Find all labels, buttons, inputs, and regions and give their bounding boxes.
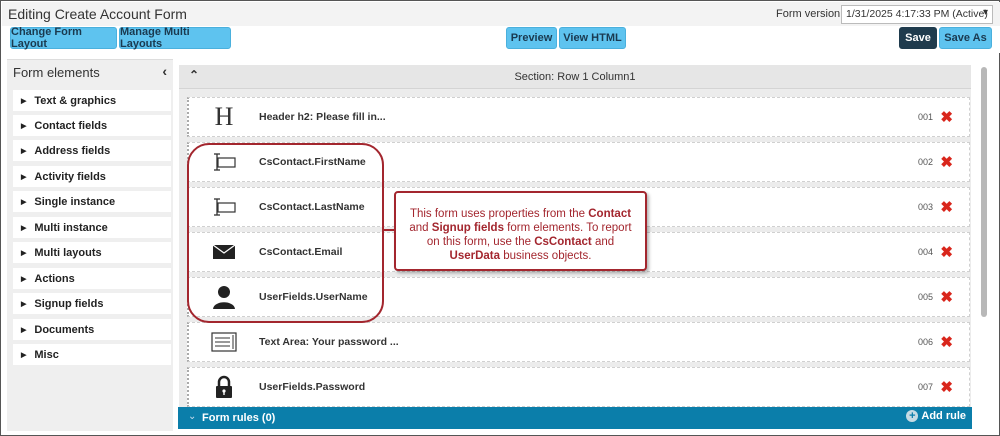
sidebar-item-label: Single instance (34, 195, 116, 208)
form-rules-bar[interactable]: ⌄ Form rules (0) + Add rule (178, 407, 972, 429)
row-number: 006 (917, 337, 933, 347)
sidebar-item-multi-layouts[interactable]: ▶ Multi layouts (13, 242, 171, 263)
delete-icon[interactable]: ✖ (940, 333, 953, 351)
sidebar-item-label: Documents (34, 323, 95, 336)
expand-triangle-icon: ▶ (21, 122, 27, 130)
section-title: Section: Row 1 Column1 (514, 71, 636, 83)
sidebar-item-single-instance[interactable]: ▶ Single instance (13, 191, 171, 212)
sidebar-item-label: Signup fields (34, 297, 104, 310)
change-form-layout-button[interactable]: Change Form Layout (10, 26, 117, 50)
form-version-select[interactable]: 1/31/2025 4:17:33 PM (Active) ▾ (841, 5, 993, 24)
row-number: 002 (917, 157, 933, 167)
plus-circle-icon: + (906, 410, 919, 422)
sidebar-item-text-graphics[interactable]: ▶ Text & graphics (13, 90, 171, 111)
row-number: 005 (917, 292, 933, 302)
header-icon: H (214, 102, 234, 131)
title-bar: Editing Create Account Form Form version… (2, 2, 1000, 26)
expand-triangle-icon: ▶ (21, 224, 27, 232)
sidebar-item-contact-fields[interactable]: ▶ Contact fields (13, 115, 171, 136)
sidebar-item-signup-fields[interactable]: ▶ Signup fields (13, 293, 171, 314)
delete-icon[interactable]: ✖ (940, 153, 953, 171)
expand-triangle-icon: ▶ (21, 97, 27, 105)
chevron-down-icon: ⌄ (188, 411, 197, 422)
toolbar: Change Form Layout Manage Multi Layouts … (2, 26, 1000, 53)
row-number: 003 (917, 202, 933, 212)
expand-triangle-icon: ▶ (21, 275, 27, 283)
sidebar-heading: Form elements (13, 65, 100, 80)
row-label: Text Area: Your password ... (259, 336, 399, 348)
sidebar-item-label: Text & graphics (34, 94, 117, 107)
form-element-row[interactable]: Text Area: Your password ... 006 ✖ (187, 322, 970, 362)
sidebar-item-activity-fields[interactable]: ▶ Activity fields (13, 166, 171, 187)
expand-triangle-icon: ▶ (21, 249, 27, 257)
expand-triangle-icon: ▶ (21, 351, 27, 359)
textarea-icon (211, 329, 237, 355)
canvas-scrollbar[interactable] (981, 67, 987, 317)
form-version-value: 1/31/2025 4:17:33 PM (Active) (846, 8, 988, 20)
delete-icon[interactable]: ✖ (940, 243, 953, 261)
sidebar-item-label: Address fields (34, 144, 111, 157)
row-label: Header h2: Please fill in... (259, 111, 386, 123)
sidebar-item-label: Activity fields (34, 170, 106, 183)
expand-triangle-icon: ▶ (21, 326, 27, 334)
sidebar-item-label: Misc (34, 348, 59, 361)
form-rules-label: Form rules (0) (202, 412, 276, 424)
form-elements-sidebar: Form elements ‹ ▶ Text & graphics ▶ Contac… (7, 59, 173, 431)
manage-multi-layouts-button[interactable]: Manage Multi Layouts (119, 26, 231, 50)
delete-icon[interactable]: ✖ (940, 378, 953, 396)
page-title: Editing Create Account Form (8, 6, 187, 22)
form-element-row[interactable]: UserFields.Password 007 ✖ (187, 367, 970, 407)
row-number: 004 (917, 247, 933, 257)
delete-icon[interactable]: ✖ (940, 198, 953, 216)
sidebar-item-address-fields[interactable]: ▶ Address fields (13, 140, 171, 161)
sidebar-item-label: Multi instance (34, 221, 108, 234)
lock-icon (211, 374, 237, 400)
view-html-button[interactable]: View HTML (559, 27, 626, 49)
preview-button[interactable]: Preview (506, 27, 557, 49)
sidebar-item-label: Multi layouts (34, 246, 102, 259)
sidebar-item-actions[interactable]: ▶ Actions (13, 268, 171, 289)
row-number: 001 (917, 112, 933, 122)
delete-icon[interactable]: ✖ (940, 108, 953, 126)
expand-triangle-icon: ▶ (21, 147, 27, 155)
sidebar-item-label: Actions (34, 272, 75, 285)
delete-icon[interactable]: ✖ (940, 288, 953, 306)
collapse-sidebar-icon[interactable]: ‹ (162, 63, 167, 79)
expand-triangle-icon: ▶ (21, 300, 27, 308)
sidebar-item-misc[interactable]: ▶ Misc (13, 344, 171, 365)
row-label: UserFields.Password (259, 381, 366, 393)
form-version-label: Form version (776, 8, 841, 20)
expand-triangle-icon: ▶ (21, 198, 27, 206)
form-element-row[interactable]: H Header h2: Please fill in... 001 ✖ (187, 97, 970, 137)
save-button[interactable]: Save (899, 27, 937, 49)
sidebar-item-documents[interactable]: ▶ Documents (13, 319, 171, 340)
add-rule-button[interactable]: + Add rule (906, 410, 966, 422)
callout-note: This form uses properties from the Conta… (394, 191, 647, 271)
add-rule-label: Add rule (921, 410, 966, 422)
save-as-button[interactable]: Save As (939, 27, 992, 49)
section-header: ⌃ Section: Row 1 Column1 (179, 65, 971, 89)
app-window: Editing Create Account Form Form version… (0, 0, 1000, 436)
callout-highlight-oval (187, 143, 384, 323)
sidebar-item-multi-instance[interactable]: ▶ Multi instance (13, 217, 171, 238)
row-number: 007 (917, 382, 933, 392)
expand-triangle-icon: ▶ (21, 173, 27, 181)
sidebar-item-label: Contact fields (34, 119, 108, 132)
chevron-down-icon: ▾ (982, 7, 988, 18)
